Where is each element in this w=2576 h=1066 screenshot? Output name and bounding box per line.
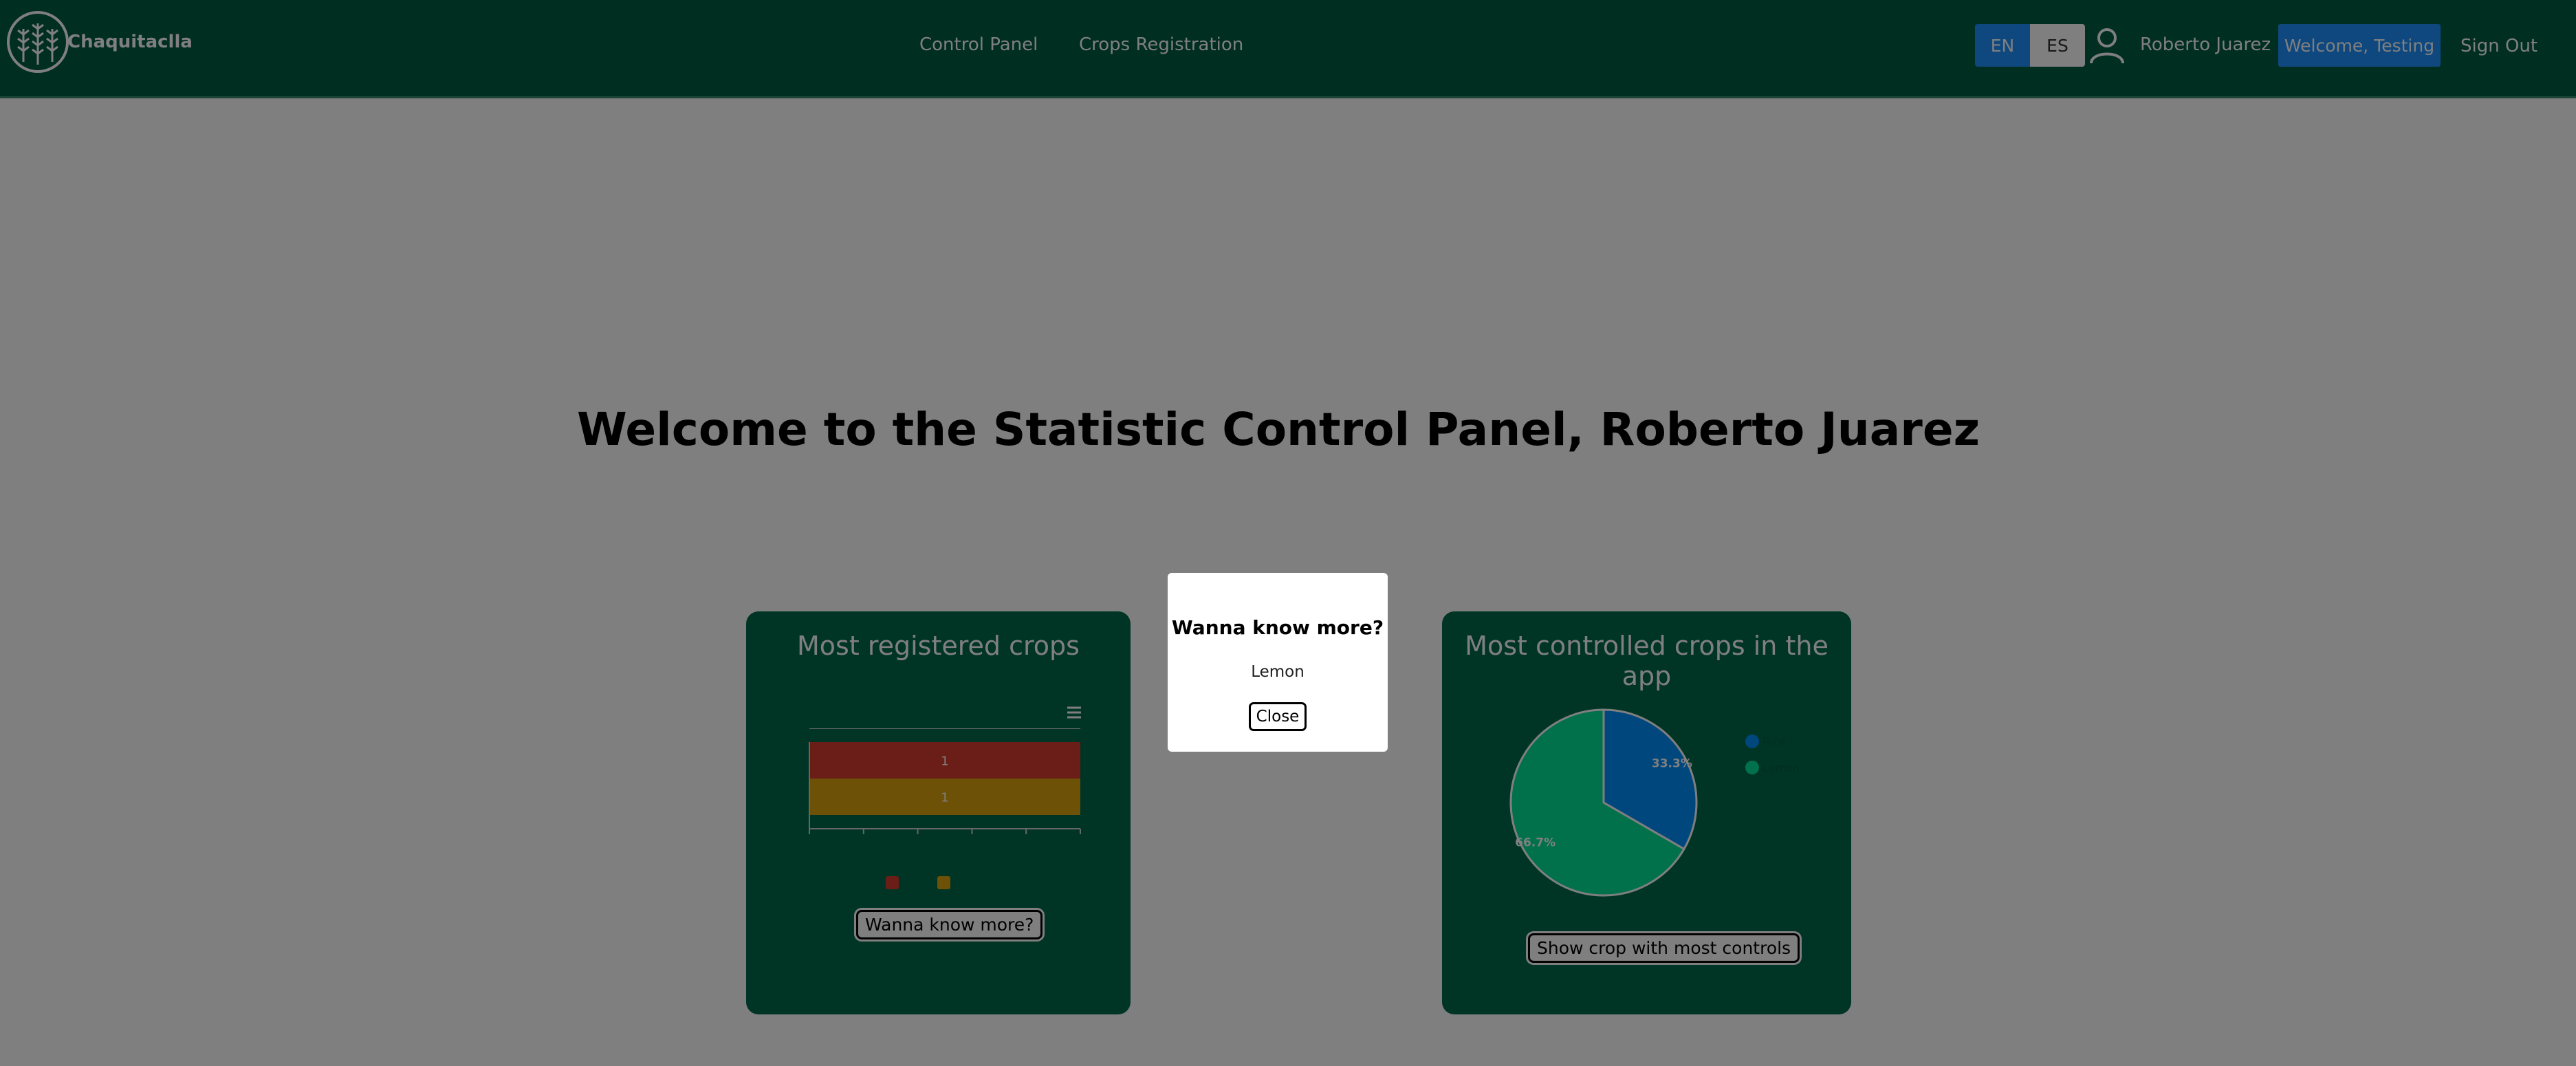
info-modal: Wanna know more? Lemon Close xyxy=(1168,573,1388,752)
modal-close-button[interactable]: Close xyxy=(1249,702,1307,731)
modal-body: Lemon xyxy=(1251,663,1305,681)
modal-title: Wanna know more? xyxy=(1171,616,1384,639)
modal-backdrop[interactable] xyxy=(0,0,2576,1066)
